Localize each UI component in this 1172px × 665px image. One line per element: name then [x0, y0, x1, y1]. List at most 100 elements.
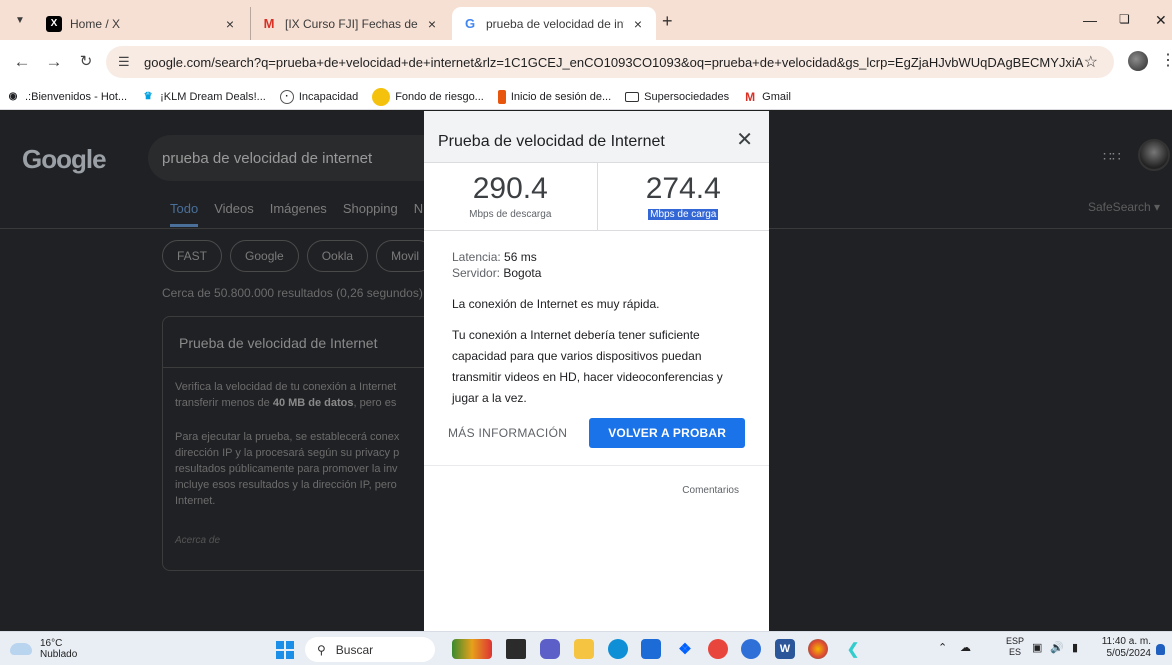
restore-icon[interactable]: ❏ [1119, 12, 1130, 26]
tab-gmail[interactable]: M [IX Curso FJI] Fechas de los proc × [250, 7, 450, 40]
tab-home-x[interactable]: X Home / X × [36, 7, 248, 40]
dropbox-icon[interactable]: ❖ [675, 639, 695, 659]
card-text-run: , pero es [353, 397, 397, 409]
clock-date: 5/05/2024 [1106, 648, 1152, 659]
volume-icon[interactable]: 🔊 [1050, 641, 1064, 654]
weather-widget[interactable]: 16°C Nublado [10, 638, 77, 660]
notification-bell-icon[interactable] [1156, 644, 1165, 655]
site-settings-icon[interactable]: ☰ [118, 54, 136, 70]
battery-icon[interactable]: ▮ [1072, 641, 1078, 654]
bookmark-item[interactable]: Inicio de sesión de... [497, 89, 611, 104]
bookmarks-bar: ◉ .:Bienvenidos - Hot... ♛ ¡KLM Dream Deal… [0, 84, 1172, 110]
card-line: Para ejecutar la prueba, se establecerá … [175, 431, 400, 443]
speed-metrics: 290.4 Mbps de descarga 274.4 Mbps de car… [424, 163, 769, 231]
gmail-icon: M [263, 16, 275, 31]
feedback-link[interactable]: Comentarios [682, 485, 739, 496]
windows-taskbar: 16°C Nublado ⚲ Buscar ❖ W ❮ ⌃ ☁ ESP ES ▣ … [0, 631, 1172, 665]
k-app-icon[interactable]: ❮ [843, 639, 863, 659]
vpn-shield-icon[interactable] [741, 639, 761, 659]
retry-button[interactable]: VOLVER A PROBAR [589, 418, 746, 448]
game-app-icon[interactable] [452, 639, 492, 659]
clock[interactable]: 11:40 a. m. 5/05/2024 [1097, 636, 1151, 660]
card-line: Verifica la velocidad de tu conexión a I… [175, 381, 397, 393]
close-tab-icon[interactable]: × [222, 16, 238, 32]
new-tab-button[interactable]: + [662, 11, 673, 32]
kebab-menu-icon[interactable]: ⋮ [1160, 50, 1172, 70]
network-icon[interactable]: ▣ [1032, 641, 1042, 654]
bookmark-item[interactable]: · Incapacidad [279, 89, 358, 104]
chip-google[interactable]: Google [230, 240, 299, 272]
tab-search-button[interactable]: ▼ [8, 9, 32, 31]
apps-grid-icon[interactable]: ∷∷ [1103, 148, 1121, 165]
task-view-icon[interactable] [506, 639, 526, 659]
speed-description: Tu conexión a Internet debería tener suf… [452, 328, 723, 405]
bookmark-item[interactable]: ◉ .:Bienvenidos - Hot... [6, 90, 127, 104]
globe-icon: ◉ [8, 91, 18, 102]
tab-news[interactable]: N [414, 201, 423, 227]
bookmark-label: Fondo de riesgo... [395, 90, 484, 103]
google-logo[interactable]: Google [22, 144, 107, 175]
tab-todo[interactable]: Todo [170, 201, 199, 227]
bookmark-item[interactable]: Fondo de riesgo... [372, 87, 484, 106]
close-tab-icon[interactable]: × [630, 16, 646, 32]
chrome-profile-icon[interactable] [808, 639, 828, 659]
language-indicator[interactable]: ESP ES [1006, 636, 1024, 658]
close-icon[interactable]: ✕ [736, 127, 753, 152]
minimize-icon[interactable]: — [1083, 12, 1097, 28]
more-info-button[interactable]: MÁS INFORMACIÓN [448, 426, 567, 440]
upload-unit: Mbps de carga [648, 209, 719, 220]
klm-icon: ♛ [143, 91, 153, 102]
bookmark-item[interactable]: ♛ ¡KLM Dream Deals!... [141, 90, 266, 104]
card-line: transferir menos de 40 MB de datos, pero… [175, 395, 436, 411]
file-explorer-icon[interactable] [574, 639, 594, 659]
url-text[interactable]: google.com/search?q=prueba+de+velocidad+… [144, 55, 1084, 70]
profile-avatar[interactable] [1128, 51, 1148, 71]
chip-ookla[interactable]: Ookla [306, 240, 369, 272]
account-avatar[interactable] [1138, 139, 1170, 171]
safesearch-label: SafeSearch [1088, 200, 1151, 214]
tab-google-search[interactable]: G prueba de velocidad de interne × [452, 7, 656, 40]
back-arrow-icon[interactable]: ← [12, 52, 32, 72]
close-tab-icon[interactable]: × [424, 16, 440, 32]
bookmark-star-icon[interactable]: ☆ [1084, 52, 1098, 72]
chevron-up-icon[interactable]: ⌃ [938, 641, 947, 654]
upload-metric: 274.4 Mbps de carga [596, 163, 770, 230]
weather-condition: Nublado [40, 649, 78, 660]
divider [424, 465, 769, 466]
address-bar[interactable]: ☰ google.com/search?q=prueba+de+velocida… [106, 46, 1114, 78]
chrome-icon[interactable] [708, 639, 728, 659]
word-icon[interactable]: W [775, 639, 795, 659]
download-metric: 290.4 Mbps de descarga [424, 163, 597, 230]
close-window-icon[interactable]: ✕ [1155, 12, 1167, 29]
x-logo-icon: X [46, 15, 62, 32]
bookmark-label: ¡KLM Dream Deals!... [160, 90, 266, 103]
tab-shopping[interactable]: Shopping [343, 201, 398, 227]
card-text-bold: 40 MB de datos [272, 397, 354, 409]
dialog-actions: MÁS INFORMACIÓN VOLVER A PROBAR [448, 418, 746, 448]
card-footer[interactable]: Acerca de [175, 535, 220, 546]
reload-icon[interactable]: ↻ [76, 52, 96, 70]
speedtest-card[interactable]: Prueba de velocidad de Internet Verifica… [162, 316, 437, 571]
taskbar-search[interactable]: ⚲ Buscar [305, 637, 435, 662]
windows-start-icon[interactable] [276, 641, 294, 659]
bookmark-folder[interactable]: Supersociedades [625, 91, 729, 103]
card-text-run: transferir menos de [175, 397, 273, 409]
keyboard-layout: ES [1009, 647, 1022, 657]
card-line: incluye esos resultados y la dirección I… [175, 479, 397, 491]
tab-title: Home / X [70, 16, 121, 31]
dialog-header: Prueba de velocidad de Internet ✕ [424, 111, 769, 163]
bookmark-item[interactable]: M Gmail [743, 90, 791, 104]
safesearch-button[interactable]: SafeSearch ▾ [1088, 200, 1160, 214]
onedrive-icon[interactable]: ☁ [960, 641, 971, 654]
forward-arrow-icon[interactable]: → [44, 52, 64, 72]
card-text: Para ejecutar la prueba, se establecerá … [175, 429, 436, 509]
chip-fast[interactable]: FAST [162, 240, 223, 272]
store-icon[interactable] [641, 639, 661, 659]
bookmark-label: .:Bienvenidos - Hot... [25, 90, 128, 103]
tab-videos[interactable]: Videos [214, 201, 254, 227]
edge-icon[interactable] [608, 639, 628, 659]
search-input[interactable]: prueba de velocidad de internet [148, 135, 438, 181]
cloud-icon [10, 643, 32, 655]
teams-chat-icon[interactable] [540, 639, 560, 659]
tab-images[interactable]: Imágenes [270, 201, 327, 227]
